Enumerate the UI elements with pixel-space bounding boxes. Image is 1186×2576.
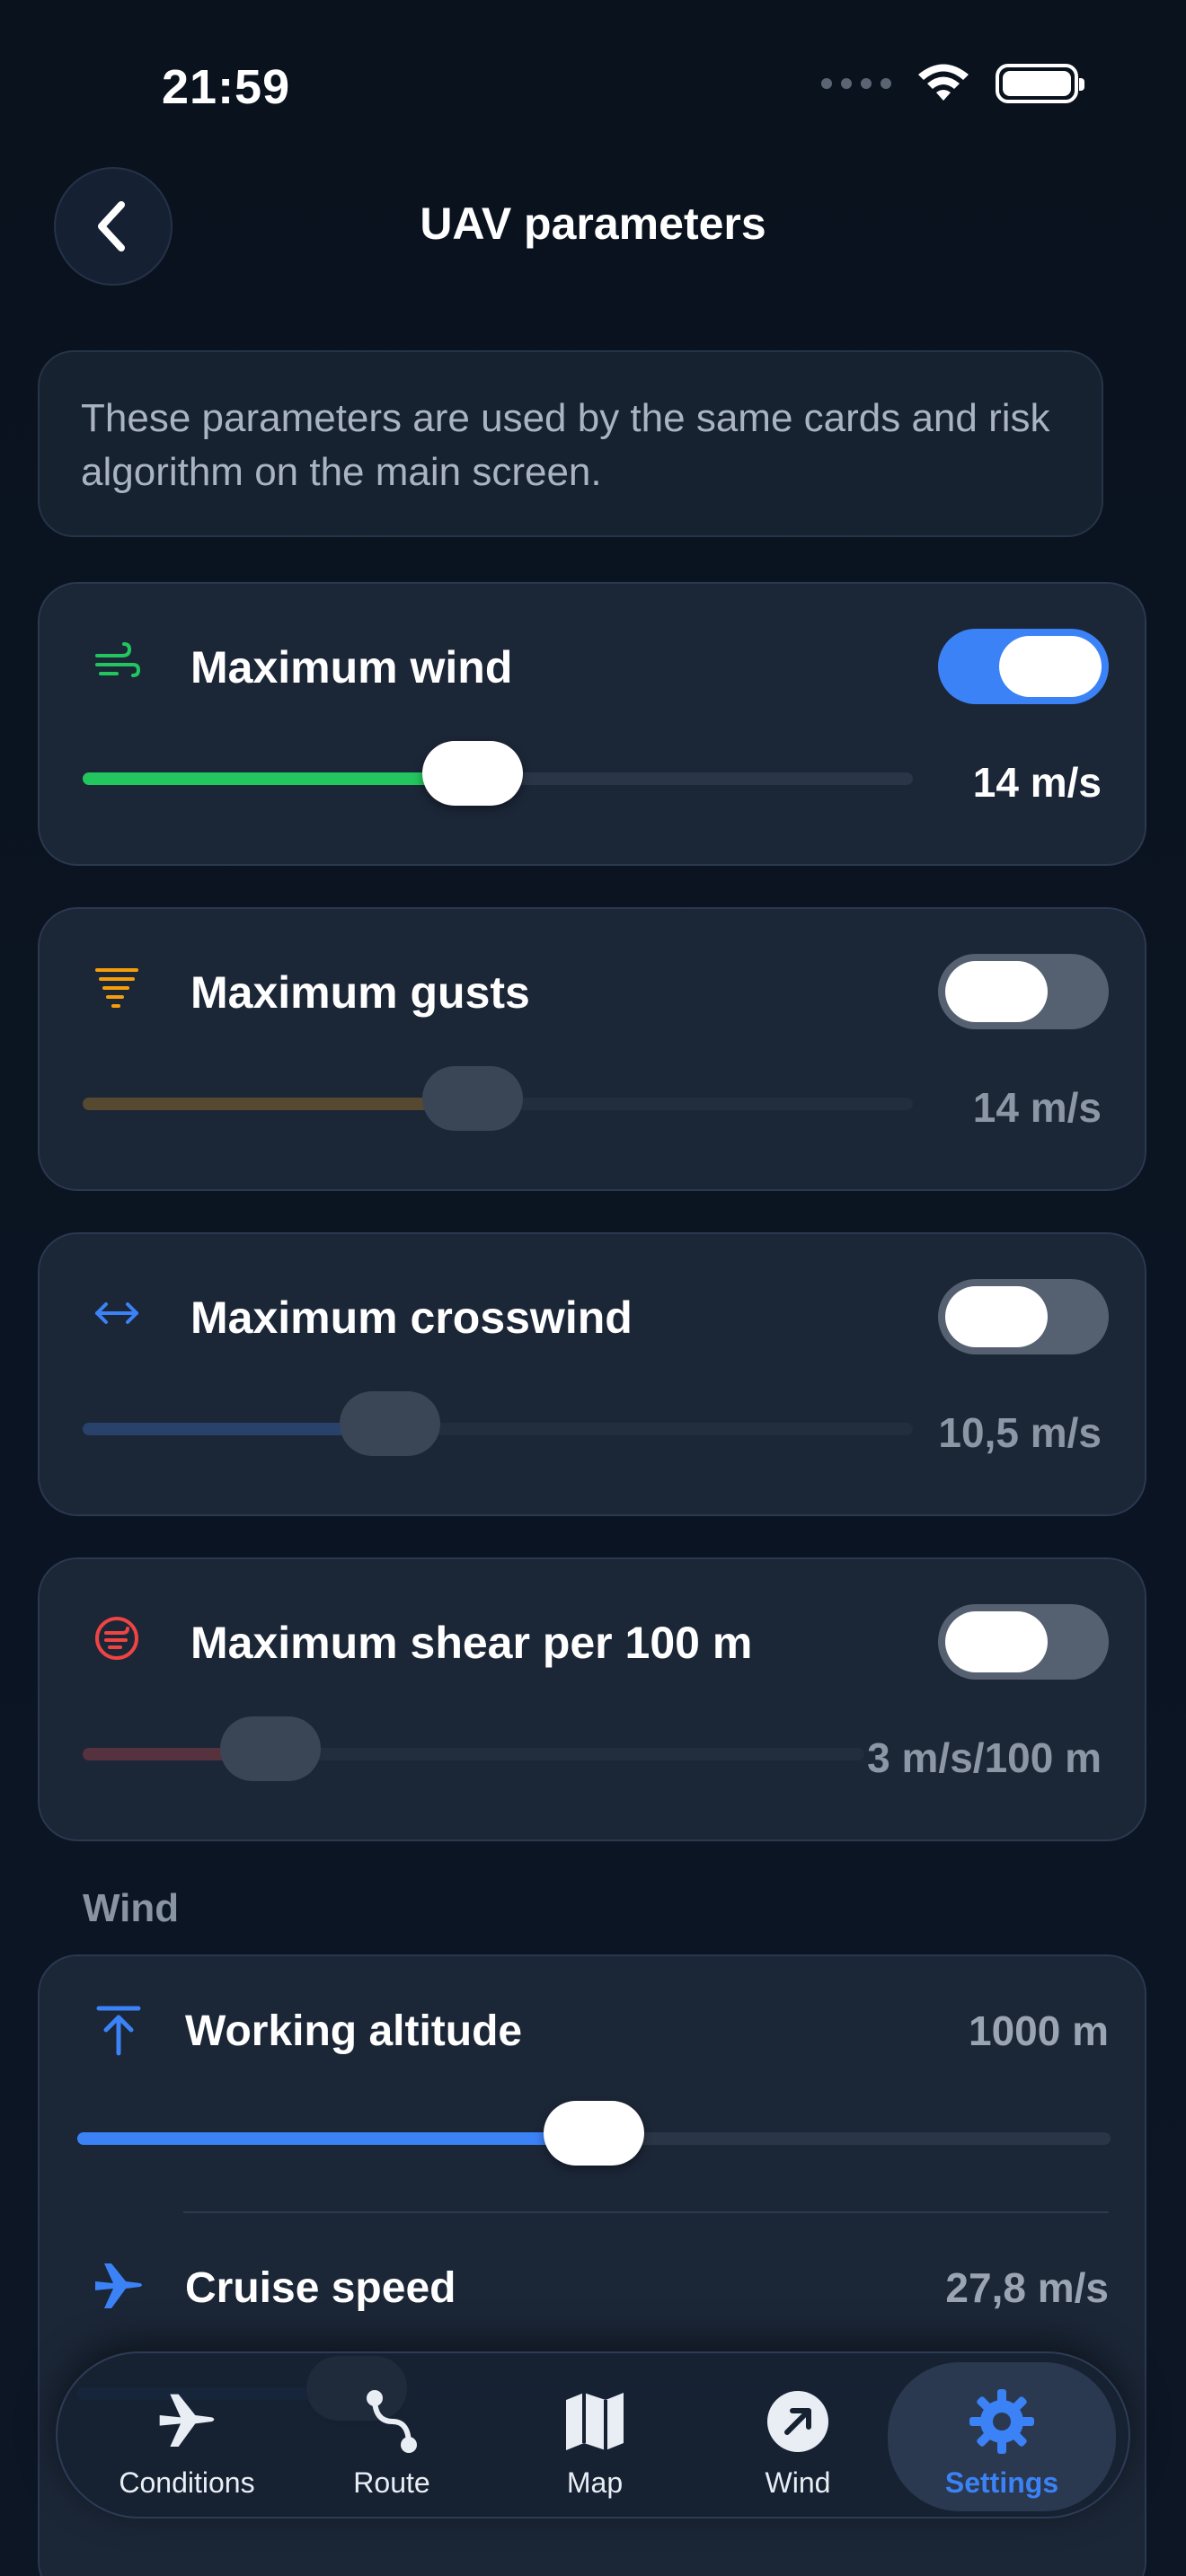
route-icon [356, 2386, 428, 2457]
toggle-knob [945, 1611, 1048, 1672]
airplane-icon [151, 2386, 223, 2457]
row-title: Working altitude [185, 2007, 523, 2055]
slider-thumb[interactable] [219, 1716, 321, 1781]
toggle-knob [999, 636, 1102, 697]
tab-label: Conditions [119, 2466, 255, 2499]
card-value: 14 m/s [972, 1084, 1102, 1131]
tab-label: Route [353, 2466, 430, 2499]
slider-fill [83, 772, 474, 785]
slider-fill [77, 2132, 594, 2145]
maximum-gusts-slider[interactable] [83, 1066, 913, 1131]
maximum-wind-slider[interactable] [83, 741, 913, 806]
row-title: Cruise speed [185, 2264, 456, 2312]
section-label-wind: Wind [83, 1886, 180, 1930]
maximum-crosswind-slider[interactable] [83, 1391, 913, 1456]
maximum-crosswind-toggle[interactable] [938, 1279, 1109, 1354]
tab-conditions[interactable]: Conditions [88, 2353, 286, 2520]
tab-route[interactable]: Route [293, 2353, 491, 2520]
screen: 21:59 UAV parameters These parameters ar… [0, 0, 1186, 2576]
card-maximum-crosswind: Maximum crosswind 10,5 m/s [38, 1232, 1146, 1516]
slider-thumb[interactable] [422, 741, 524, 806]
card-value: 14 m/s [972, 759, 1102, 806]
tab-label: Settings [944, 2466, 1059, 2499]
battery-icon [996, 64, 1084, 103]
tab-wind[interactable]: Wind [699, 2353, 897, 2520]
slider-thumb[interactable] [339, 1391, 440, 1456]
slider-fill [83, 1098, 474, 1110]
card-title: Maximum wind [190, 642, 513, 693]
page-title: UAV parameters [420, 198, 766, 249]
card-title: Maximum crosswind [190, 1292, 633, 1343]
shear-icon [95, 1617, 138, 1660]
slider-thumb[interactable] [544, 2101, 644, 2166]
row-value: 27,8 m/s [945, 2264, 1109, 2311]
tab-bar: Conditions Route Map Wind Settings [56, 2351, 1130, 2519]
slider-thumb[interactable] [422, 1066, 524, 1131]
maximum-shear-slider[interactable] [83, 1716, 864, 1781]
info-text: These parameters are used by the same ca… [81, 396, 1050, 494]
toggle-knob [945, 961, 1048, 1022]
wind-icon [95, 642, 141, 677]
gear-icon [966, 2386, 1038, 2457]
maximum-shear-toggle[interactable] [938, 1604, 1109, 1680]
row-value: 1000 m [968, 2007, 1109, 2054]
wifi-icon [918, 64, 969, 101]
maximum-wind-toggle[interactable] [938, 629, 1109, 704]
tab-label: Map [566, 2466, 624, 2499]
tab-settings[interactable]: Settings [888, 2362, 1116, 2511]
tornado-icon [95, 968, 138, 1008]
map-icon [559, 2386, 631, 2457]
maximum-gusts-toggle[interactable] [938, 954, 1109, 1029]
card-maximum-gusts: Maximum gusts 14 m/s [38, 907, 1146, 1191]
status-icons [821, 63, 1084, 104]
cellular-signal-icon [821, 78, 891, 89]
status-time: 21:59 [162, 60, 291, 114]
working-altitude-slider[interactable] [77, 2101, 1111, 2166]
card-title: Maximum gusts [190, 967, 530, 1018]
card-value: 3 m/s/100 m [867, 1734, 1102, 1781]
divider [183, 2211, 1109, 2213]
toggle-knob [945, 1286, 1048, 1347]
card-value: 10,5 m/s [938, 1409, 1102, 1456]
card-title: Maximum shear per 100 m [190, 1618, 753, 1668]
airplane-icon [95, 2263, 142, 2308]
tab-map[interactable]: Map [496, 2353, 694, 2520]
arrows-left-right-icon [95, 1302, 138, 1324]
tab-label: Wind [765, 2466, 831, 2499]
info-box: These parameters are used by the same ca… [38, 350, 1103, 537]
card-maximum-shear: Maximum shear per 100 m 3 m/s/100 m [38, 1557, 1146, 1841]
arrow-up-to-line-icon [96, 2006, 141, 2056]
card-maximum-wind: Maximum wind 14 m/s [38, 582, 1146, 866]
wind-arrow-icon [762, 2386, 834, 2457]
